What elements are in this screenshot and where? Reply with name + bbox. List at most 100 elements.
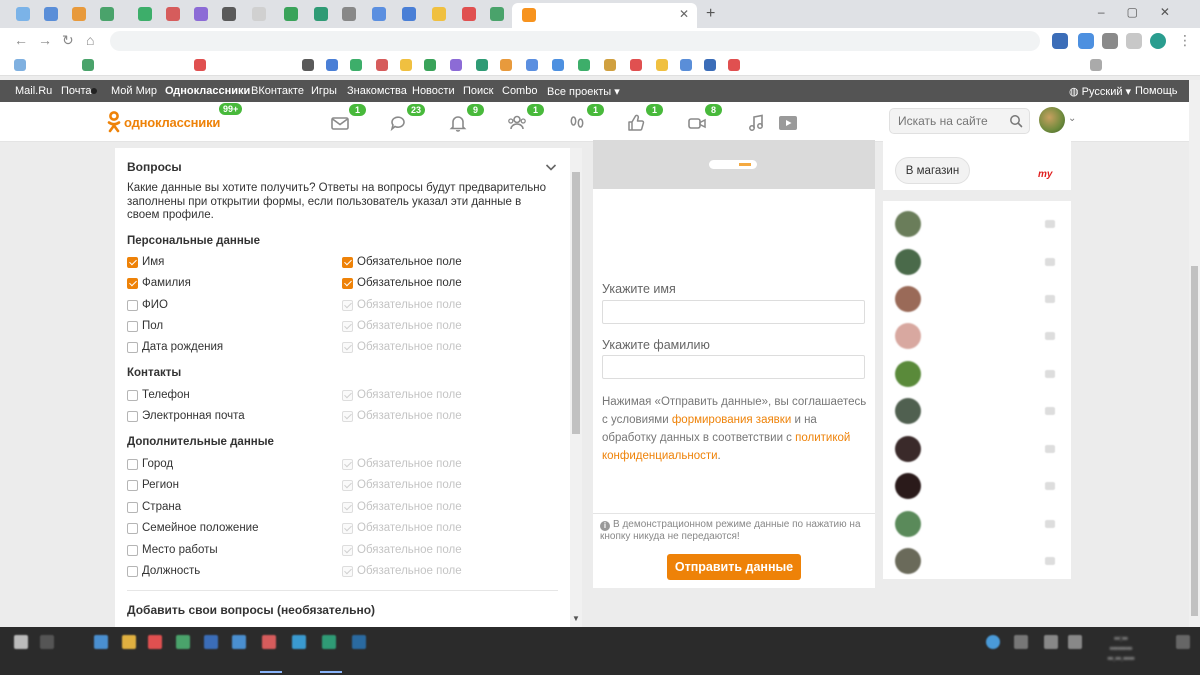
taskbar-app-icon[interactable] xyxy=(176,635,190,649)
friend-avatar[interactable] xyxy=(895,398,921,424)
bookmark-icon[interactable] xyxy=(728,59,740,71)
tab-favicon[interactable] xyxy=(342,7,356,21)
taskbar-app-icon[interactable] xyxy=(232,635,246,649)
checkbox-surname[interactable] xyxy=(127,278,138,289)
language-selector[interactable]: ◍ Русский ▾ xyxy=(1069,85,1131,98)
friend-item[interactable] xyxy=(895,286,1065,312)
tab-favicon[interactable] xyxy=(194,7,208,21)
profile-icon[interactable] xyxy=(1150,33,1166,49)
bookmark-icon[interactable] xyxy=(376,59,388,71)
bookmark-icon[interactable] xyxy=(14,59,26,71)
tab-favicon[interactable] xyxy=(372,7,386,21)
portal-link-odnoklassniki[interactable]: Одноклассники xyxy=(165,85,250,97)
portal-link-vkontakte[interactable]: ВКонтакте xyxy=(251,85,304,97)
system-clock[interactable]: ••:•• •••••••• ••.••.•••• xyxy=(1096,634,1146,664)
window-controls[interactable]: –▢✕ xyxy=(1098,5,1192,19)
bookmark-icon[interactable] xyxy=(450,59,462,71)
reload-icon[interactable]: ↻ xyxy=(62,32,74,49)
checkbox-city[interactable] xyxy=(127,459,138,470)
home-icon[interactable]: ⌂ xyxy=(86,32,94,48)
portal-link-pochta[interactable]: Почта xyxy=(61,85,92,97)
help-link[interactable]: Помощь xyxy=(1135,85,1178,97)
checkbox-workplace[interactable] xyxy=(127,545,138,556)
checkbox-phone[interactable] xyxy=(127,390,138,401)
portal-link-all-projects[interactable]: Все проекты ▾ xyxy=(547,85,620,98)
required-checkbox[interactable] xyxy=(342,257,353,268)
taskbar-app-icon[interactable] xyxy=(352,635,366,649)
portal-link-search[interactable]: Поиск xyxy=(463,85,493,97)
friend-item[interactable] xyxy=(895,473,1065,499)
bookmark-icon[interactable] xyxy=(526,59,538,71)
nav-events[interactable] xyxy=(626,113,646,133)
tab-favicon[interactable] xyxy=(402,7,416,21)
address-bar[interactable] xyxy=(110,31,1040,51)
friend-avatar[interactable] xyxy=(895,211,921,237)
tab-favicon[interactable] xyxy=(16,7,30,21)
add-questions-title[interactable]: Добавить свои вопросы (необязательно) xyxy=(127,603,375,617)
tab-favicon[interactable] xyxy=(462,7,476,21)
friend-avatar[interactable] xyxy=(895,249,921,275)
page-scrollbar-thumb[interactable] xyxy=(1191,266,1198,616)
checkbox-full-name[interactable] xyxy=(127,300,138,311)
extension-icon[interactable] xyxy=(1052,33,1068,49)
bookmark-icon[interactable] xyxy=(680,59,692,71)
surname-input[interactable] xyxy=(602,355,865,379)
friend-avatar[interactable] xyxy=(895,473,921,499)
friend-item[interactable] xyxy=(895,249,1065,275)
tab-favicon[interactable] xyxy=(252,7,266,21)
tab-favicon[interactable] xyxy=(166,7,180,21)
portal-link-news[interactable]: Новости xyxy=(412,85,455,97)
bookmark-icon[interactable] xyxy=(630,59,642,71)
tab-favicon[interactable] xyxy=(314,7,328,21)
bookmark-icon[interactable] xyxy=(302,59,314,71)
menu-icon[interactable]: ⋮ xyxy=(1178,32,1192,49)
questions-scrollbar-thumb[interactable] xyxy=(572,172,580,434)
bookmark-icon[interactable] xyxy=(424,59,436,71)
bookmark-icon[interactable] xyxy=(476,59,488,71)
portal-link-games[interactable]: Игры xyxy=(311,85,337,97)
required-toggle-surname[interactable]: Обязательное поле xyxy=(342,277,542,291)
checkbox-country[interactable] xyxy=(127,502,138,513)
bookmark-icon[interactable] xyxy=(1090,59,1102,71)
bookmark-icon[interactable] xyxy=(326,59,338,71)
bookmark-icon[interactable] xyxy=(400,59,412,71)
taskbar-app-icon[interactable] xyxy=(204,635,218,649)
taskbar-app-icon[interactable] xyxy=(94,635,108,649)
taskbar-app-icon[interactable] xyxy=(148,635,162,649)
chevron-down-icon[interactable] xyxy=(544,160,558,174)
taskbar-search-icon[interactable] xyxy=(40,635,54,649)
bookmark-icon[interactable] xyxy=(578,59,590,71)
new-tab-icon[interactable]: + xyxy=(706,5,715,23)
submit-button[interactable]: Отправить данные xyxy=(667,554,801,580)
go-to-shop-button[interactable]: В магазин xyxy=(895,157,970,184)
required-toggle-name[interactable]: Обязательное поле xyxy=(342,256,542,270)
friend-avatar[interactable] xyxy=(895,548,921,574)
questions-scrollbar[interactable]: ▼ xyxy=(570,148,582,628)
friend-item[interactable] xyxy=(895,511,1065,537)
taskbar-app-icon[interactable] xyxy=(262,635,276,649)
friend-item[interactable] xyxy=(895,398,1065,424)
bookmark-icon[interactable] xyxy=(656,59,668,71)
portal-link-moy-mir[interactable]: Мой Мир xyxy=(111,85,157,97)
tray-network-icon[interactable] xyxy=(1044,635,1058,649)
nav-guests[interactable] xyxy=(567,113,587,133)
notifications-icon[interactable] xyxy=(1176,635,1190,649)
extension-icon[interactable] xyxy=(1102,33,1118,49)
site-search-input[interactable] xyxy=(898,113,1008,129)
friend-avatar[interactable] xyxy=(895,286,921,312)
name-input[interactable] xyxy=(602,300,865,324)
friend-item[interactable] xyxy=(895,323,1065,349)
start-icon[interactable] xyxy=(14,635,28,649)
tab-favicon[interactable] xyxy=(284,7,298,21)
friend-item[interactable] xyxy=(895,211,1065,237)
friend-item[interactable] xyxy=(895,436,1065,462)
nav-notifications[interactable] xyxy=(448,113,468,133)
bookmark-icon[interactable] xyxy=(500,59,512,71)
bookmark-icon[interactable] xyxy=(82,59,94,71)
tab-favicon[interactable] xyxy=(44,7,58,21)
friend-item[interactable] xyxy=(895,361,1065,387)
nav-music[interactable] xyxy=(746,113,766,133)
forward-icon[interactable]: → xyxy=(38,32,52,48)
friend-avatar[interactable] xyxy=(895,511,921,537)
back-icon[interactable]: ← xyxy=(14,32,28,48)
